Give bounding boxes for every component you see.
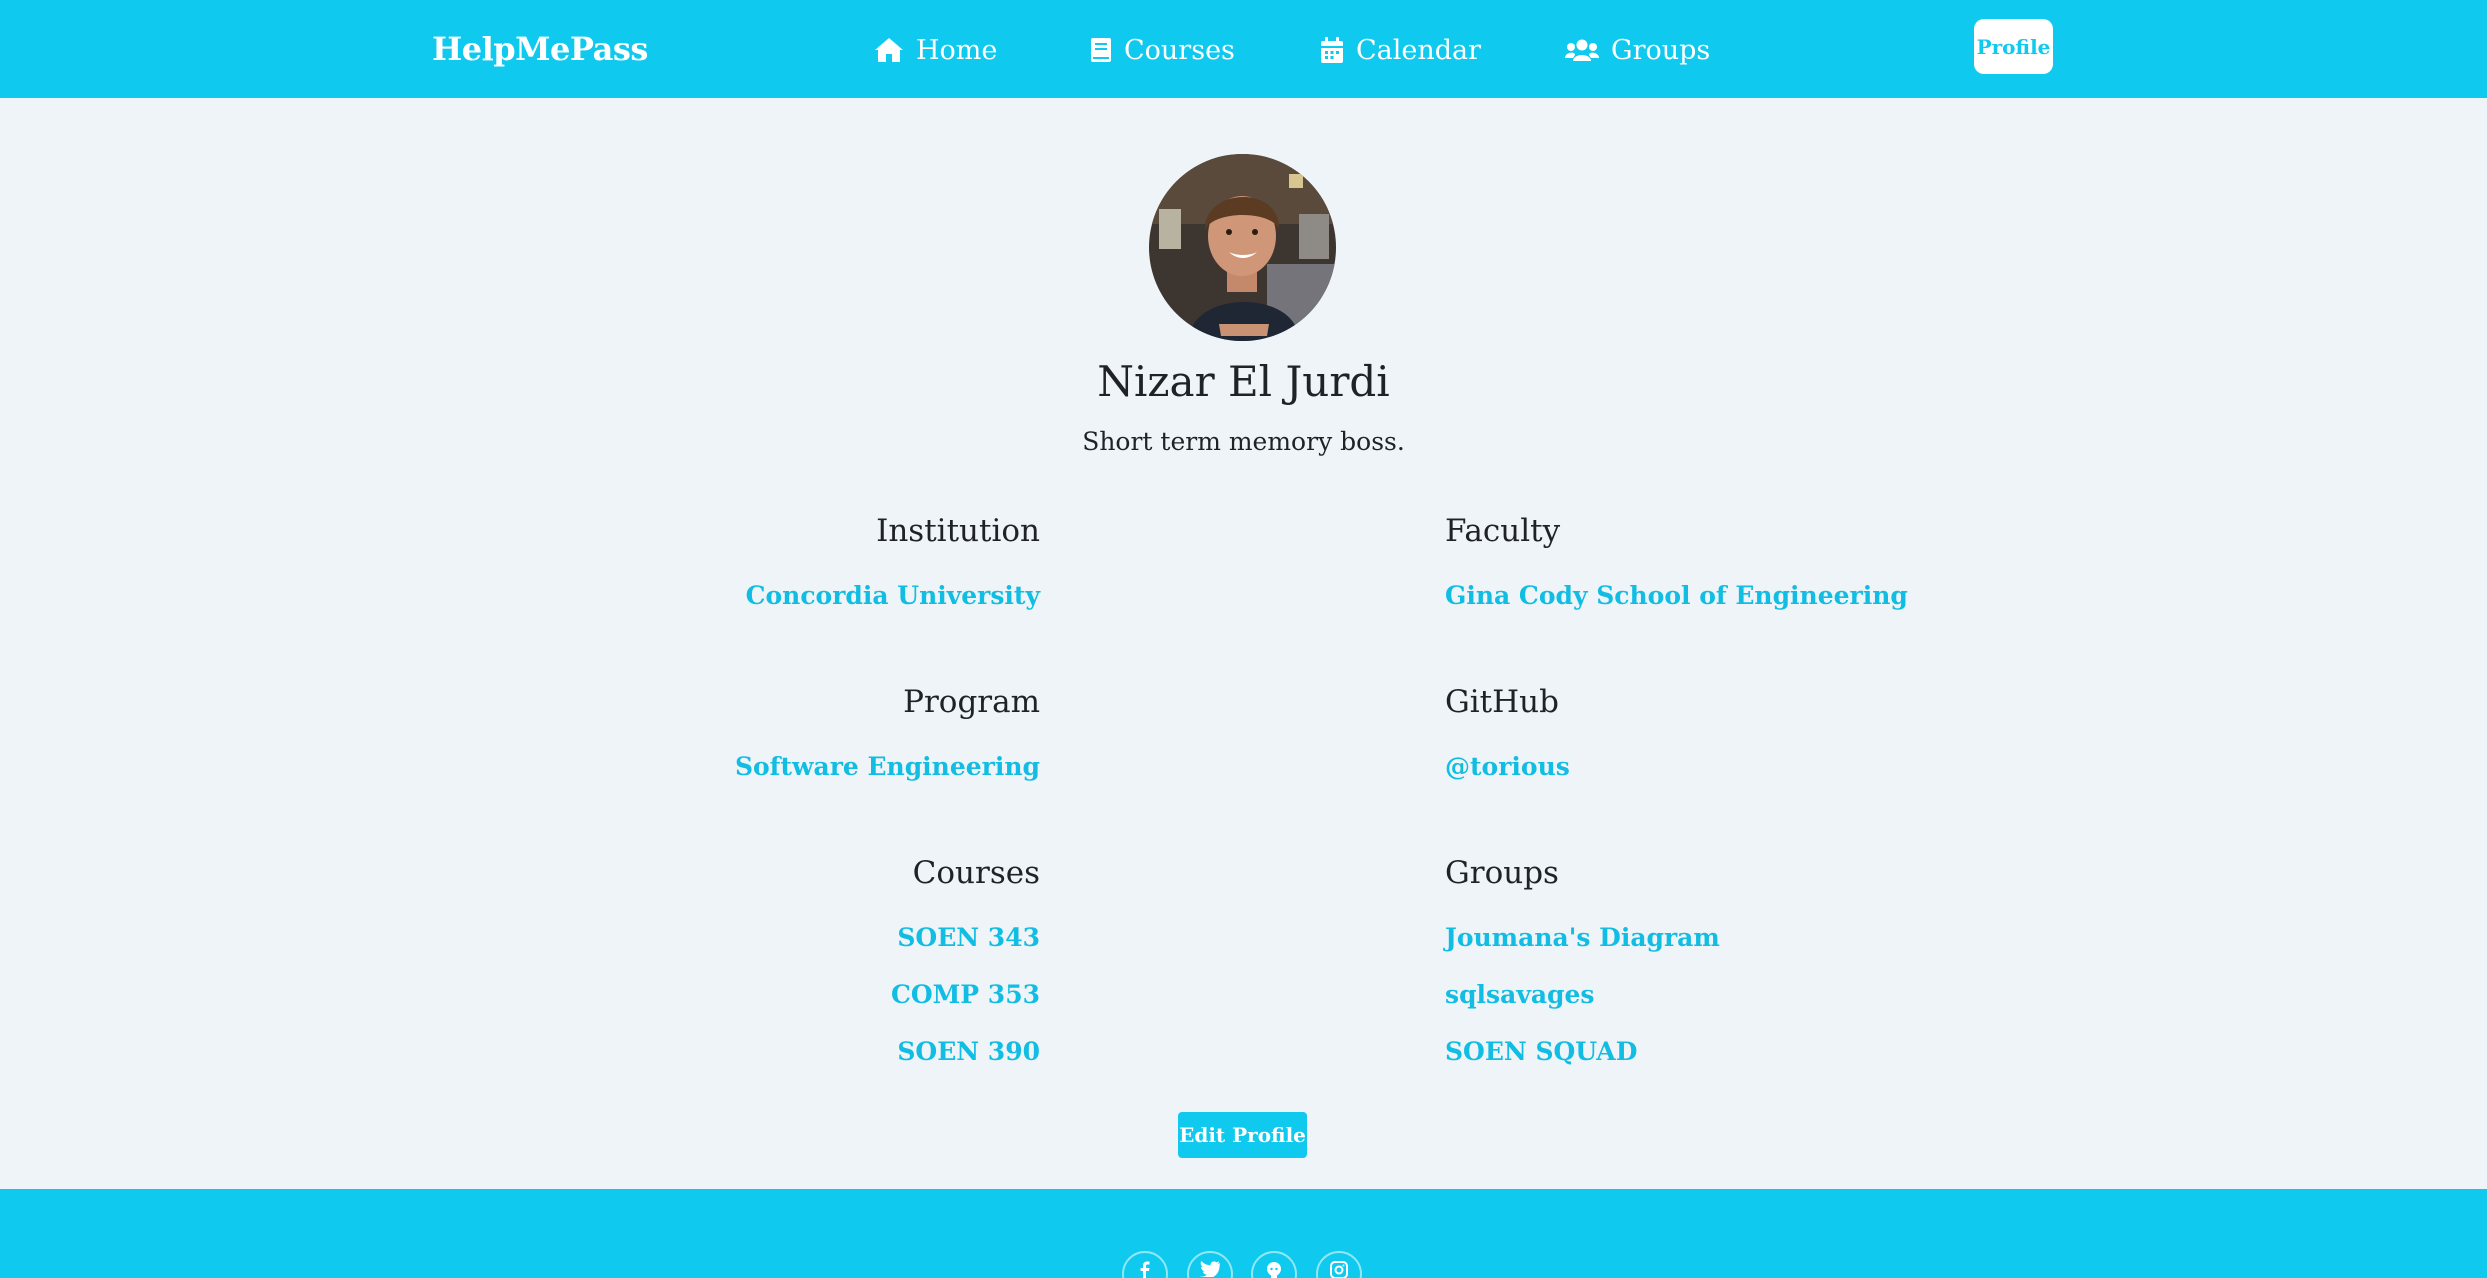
institution-link[interactable]: Concordia University [480,567,1040,624]
section-title: Courses [912,855,1040,891]
nav-item-label: Groups [1611,34,1711,66]
nav-item-label: Calendar [1356,34,1482,66]
group-link[interactable]: Joumana's Diagram [1445,909,2005,966]
calendar-icon [1321,36,1343,63]
nav-item-groups[interactable]: Groups [1565,30,1710,70]
avatar [1149,154,1336,341]
footer [0,1189,2487,1278]
section-title: Faculty [1445,513,1561,549]
top-navbar: HelpMePass Home Courses Calendar Groups … [0,0,2487,98]
nav-item-courses[interactable]: Courses [1090,30,1235,70]
profile-button[interactable]: Profile [1974,19,2053,74]
edit-profile-button[interactable]: Edit Profile [1178,1112,1307,1158]
section-title: Program [903,684,1040,720]
twitter-icon[interactable] [1187,1251,1233,1278]
instagram-icon[interactable] [1316,1251,1362,1278]
section-title: Groups [1445,855,1559,891]
users-icon [1565,39,1599,61]
course-link[interactable]: COMP 353 [480,966,1040,1023]
profile-info-right-column: Faculty Gina Cody School of Engineering … [1445,505,2005,1132]
profile-photo [1149,154,1336,341]
groups-section: Groups Joumana's Diagram sqlsavages SOEN… [1445,847,2005,1080]
github-link[interactable]: @torious [1445,738,2005,795]
faculty-section: Faculty Gina Cody School of Engineering [1445,505,2005,624]
profile-info-left-column: Institution Concordia University Program… [480,505,1040,1132]
program-section: Program Software Engineering [480,676,1040,795]
brand-logo[interactable]: HelpMePass [432,30,648,68]
github-section: GitHub @torious [1445,676,2005,795]
group-link[interactable]: SOEN SQUAD [1445,1023,2005,1080]
group-link[interactable]: sqlsavages [1445,966,2005,1023]
facebook-icon[interactable] [1122,1251,1168,1278]
institution-section: Institution Concordia University [480,505,1040,624]
nav-item-label: Courses [1124,34,1235,66]
course-link[interactable]: SOEN 343 [480,909,1040,966]
nav-item-home[interactable]: Home [874,30,997,70]
section-title: Institution [876,513,1040,549]
book-icon [1091,38,1111,62]
section-title: GitHub [1445,684,1559,720]
profile-bio: Short term memory boss. [1082,427,1405,456]
course-link[interactable]: SOEN 390 [480,1023,1040,1080]
profile-name: Nizar El Jurdi [1097,357,1390,406]
courses-section: Courses SOEN 343 COMP 353 SOEN 390 [480,847,1040,1080]
faculty-link[interactable]: Gina Cody School of Engineering [1445,567,2005,624]
github-icon[interactable] [1251,1251,1297,1278]
nav-item-calendar[interactable]: Calendar [1320,30,1481,70]
home-icon [875,38,903,62]
nav-item-label: Home [916,34,998,66]
program-link[interactable]: Software Engineering [480,738,1040,795]
